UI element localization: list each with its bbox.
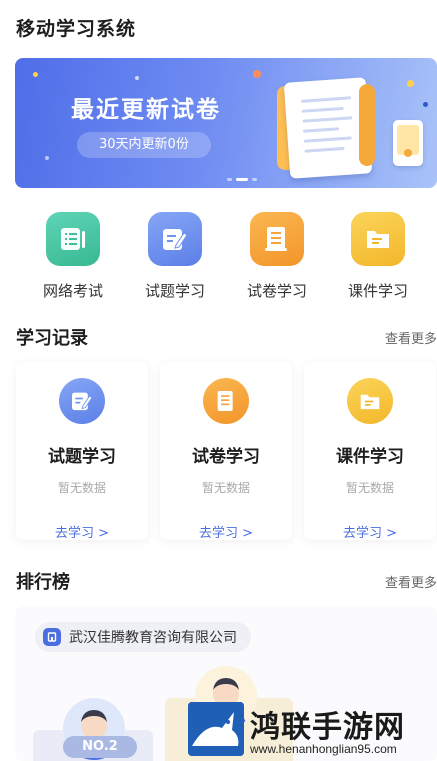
go-study-link[interactable]: 去学习 > [16,522,148,541]
watermark-url: www.henanhonglian95.com [250,742,397,756]
question-edit-icon [148,212,202,266]
nav-label: 课件学习 [347,282,408,300]
nav-question-study[interactable]: 试题学习 [135,212,215,301]
record-card-title: 课件学习 [336,447,404,467]
record-card-question[interactable]: 试题学习 暂无数据 去学习 > [16,362,148,541]
carousel-dot [227,178,232,181]
building-icon [43,628,61,646]
watermark-name: 鸿联手游网 [250,710,405,745]
record-card-paper[interactable]: 试卷学习 暂无数据 去学习 > [160,362,292,541]
courseware-icon [351,212,405,266]
nav-courseware-study[interactable]: 课件学习 [338,212,418,301]
record-card-courseware[interactable]: 课件学习 暂无数据 去学习 > [304,362,436,541]
record-card-empty: 暂无数据 [57,481,106,495]
ranking-more-link[interactable]: 查看更多 [385,572,437,591]
records-more-link[interactable]: 查看更多 [385,328,437,347]
go-study-link[interactable]: 去学习 > [160,522,292,541]
ranking-header: 排行榜 查看更多 [16,568,437,593]
question-edit-icon [59,378,105,424]
promo-banner[interactable]: 最近更新试卷 30天内更新0份 [15,58,437,188]
record-card-title: 试题学习 [48,447,116,467]
decor-dot [33,72,38,77]
nav-online-exam[interactable]: 网络考试 [33,212,113,301]
organization-name: 武汉佳腾教育咨询有限公司 [69,630,237,646]
ranking-title: 排行榜 [16,572,70,593]
carousel-dot [252,178,257,181]
go-study-link[interactable]: 去学习 > [304,522,436,541]
nav-label: 网络考试 [42,282,103,300]
paper-icon [203,378,249,424]
record-card-empty: 暂无数据 [345,481,394,495]
carousel-indicator [227,178,257,181]
courseware-icon [347,378,393,424]
decor-dot [45,156,49,160]
rank-badge-second: NO.2 [63,736,137,758]
organization-pill[interactable]: 武汉佳腾教育咨询有限公司 [35,622,251,652]
scroll-roll-illustration [359,84,375,166]
banner-subtitle: 30天内更新0份 [77,132,211,158]
site-watermark: 鸿联手游网 www.henanhonglian95.com [188,700,437,761]
decor-dot [135,76,139,80]
exam-list-icon [46,212,100,266]
record-card-title: 试卷学习 [192,447,260,467]
carousel-dot-active [236,178,248,181]
app-title: 移动学习系统 [16,18,137,40]
quick-nav: 网络考试 试题学习 试卷学习 课件学习 [0,212,437,302]
decor-dot [407,80,414,87]
watermark-logo [188,702,244,756]
nav-label: 试卷学习 [246,282,307,300]
decor-dot [423,102,428,107]
records-header: 学习记录 查看更多 [16,324,437,349]
nav-label: 试题学习 [144,282,205,300]
phone-illustration [393,120,423,166]
banner-title: 最近更新试卷 [71,97,221,123]
record-card-empty: 暂无数据 [201,481,250,495]
paper-icon [250,212,304,266]
records-title: 学习记录 [16,328,88,349]
nav-paper-study[interactable]: 试卷学习 [237,212,317,301]
decor-dot [253,70,261,78]
